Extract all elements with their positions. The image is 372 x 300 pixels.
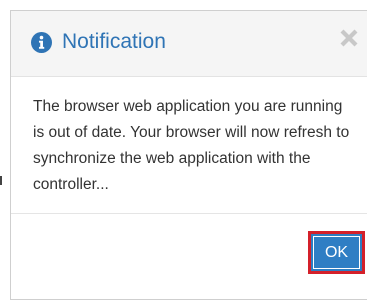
dialog-header: Notification <box>11 11 367 77</box>
footer-divider <box>11 213 367 214</box>
close-icon[interactable] <box>339 28 359 48</box>
info-circle-icon <box>31 32 52 53</box>
ok-button[interactable]: OK <box>308 231 365 274</box>
dialog-message: The browser web application you are runn… <box>33 98 350 193</box>
notification-dialog: Notification The browser web application… <box>10 10 367 300</box>
edge-mark <box>0 176 2 185</box>
ok-button-label: OK <box>313 236 360 269</box>
dialog-title: Notification <box>62 30 166 53</box>
